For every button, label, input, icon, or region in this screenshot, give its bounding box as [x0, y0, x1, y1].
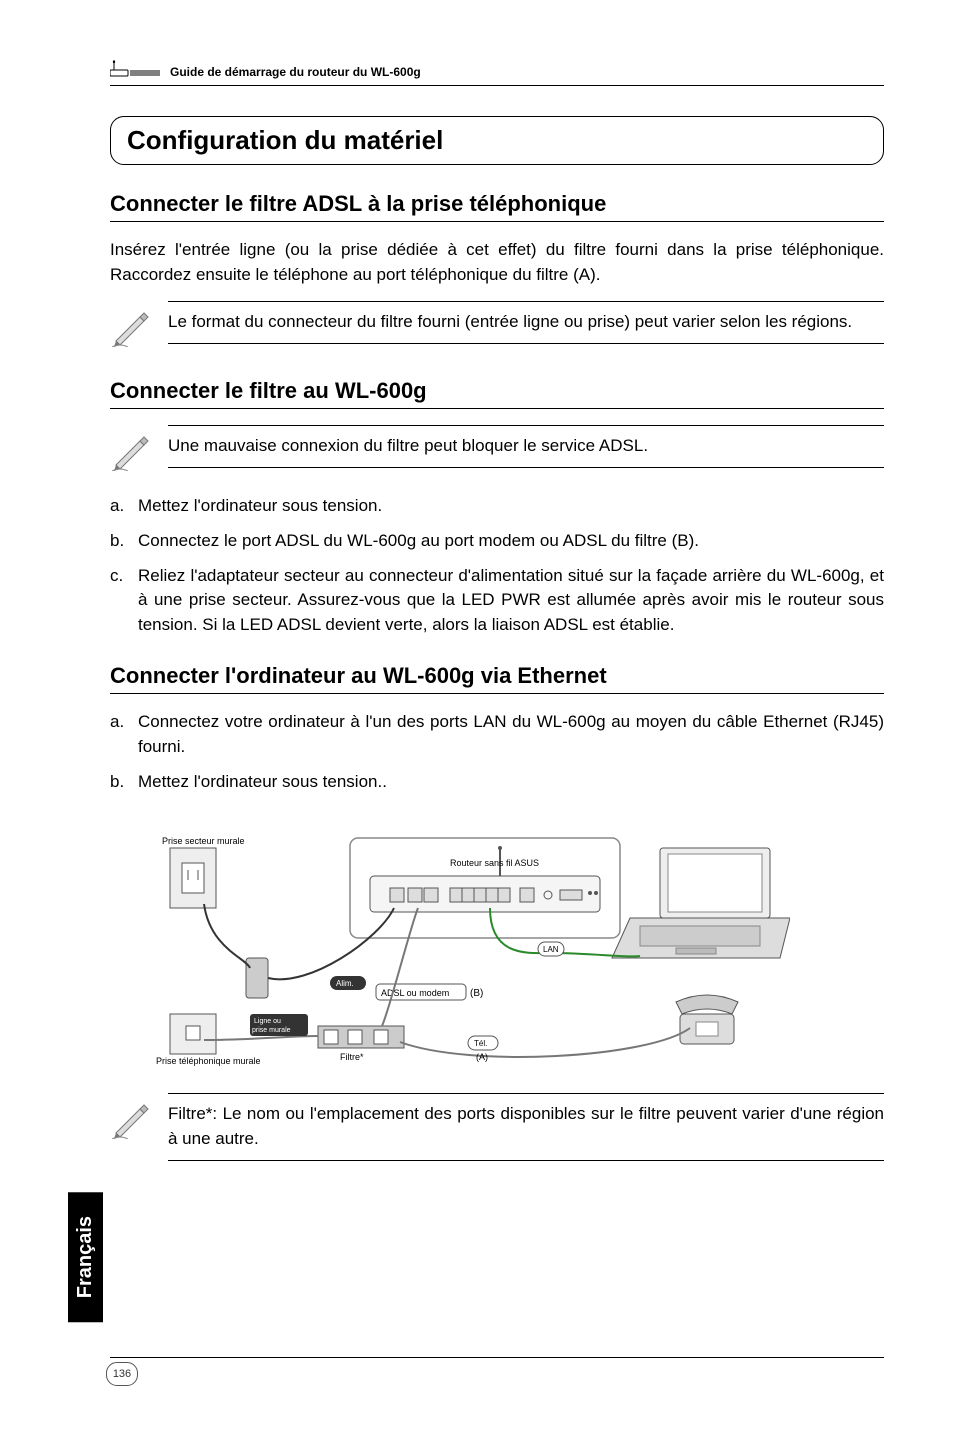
- router-mini-icon: [110, 60, 162, 83]
- list-item: a.Mettez l'ordinateur sous tension.: [110, 494, 884, 519]
- section2-note: Une mauvaise connexion du filtre peut bl…: [110, 425, 884, 476]
- section1-para: Insérez l'entrée ligne (ou la prise dédi…: [110, 238, 884, 287]
- list-text: Reliez l'adaptateur secteur au connecteu…: [138, 564, 884, 638]
- main-heading-box: Configuration du matériel: [110, 116, 884, 165]
- section3-title: Connecter l'ordinateur au WL-600g via Et…: [110, 663, 884, 694]
- section1-note-text: Le format du connecteur du filtre fourni…: [168, 301, 884, 344]
- list-marker: b.: [110, 770, 138, 795]
- diagram-power-label: Alim.: [336, 979, 354, 988]
- pencil-note-icon: [110, 307, 154, 352]
- diagram-line-label-1: Ligne ou: [254, 1018, 281, 1025]
- list-marker: b.: [110, 529, 138, 554]
- diagram-wall-phone-label: Prise téléphonique murale: [156, 1056, 261, 1066]
- list-item: a.Connectez votre ordinateur à l'un des …: [110, 710, 884, 759]
- list-text: Mettez l'ordinateur sous tension..: [138, 770, 884, 795]
- diagram-lan-label: LAN: [543, 945, 559, 954]
- language-side-tab: Français: [68, 1192, 103, 1322]
- section3-list: a.Connectez votre ordinateur à l'un des …: [110, 710, 884, 794]
- section2-title: Connecter le filtre au WL-600g: [110, 378, 884, 409]
- main-heading: Configuration du matériel: [127, 125, 867, 156]
- list-text: Connectez le port ADSL du WL-600g au por…: [138, 529, 884, 554]
- list-item: c.Reliez l'adaptateur secteur au connect…: [110, 564, 884, 638]
- header-guide-title: Guide de démarrage du routeur du WL-600g: [170, 65, 421, 79]
- footnote-text: Filtre*: Le nom ou l'emplacement des por…: [168, 1093, 884, 1160]
- diagram-b-label: (B): [470, 988, 483, 999]
- diagram-tel-label: Tél.: [474, 1039, 487, 1048]
- section2-list: a.Mettez l'ordinateur sous tension. b.Co…: [110, 494, 884, 637]
- list-text: Connectez votre ordinateur à l'un des po…: [138, 710, 884, 759]
- list-marker: c.: [110, 564, 138, 638]
- list-item: b.Mettez l'ordinateur sous tension..: [110, 770, 884, 795]
- diagram-filter-label: Filtre*: [340, 1052, 364, 1062]
- footer-rule: [110, 1357, 884, 1358]
- page-number: 136: [106, 1362, 138, 1386]
- connection-diagram: Prise secteur murale Routeur sans fil AS…: [150, 808, 790, 1073]
- pencil-note-icon: [110, 431, 154, 476]
- section2-note-text: Une mauvaise connexion du filtre peut bl…: [168, 425, 884, 468]
- list-item: b.Connectez le port ADSL du WL-600g au p…: [110, 529, 884, 554]
- diagram-router-label: Routeur sans fil ASUS: [450, 858, 539, 868]
- page-header: Guide de démarrage du routeur du WL-600g: [110, 60, 884, 86]
- section1-note: Le format du connecteur du filtre fourni…: [110, 301, 884, 352]
- list-text: Mettez l'ordinateur sous tension.: [138, 494, 884, 519]
- pencil-note-icon: [110, 1099, 154, 1144]
- diagram-line-label-2: prise murale: [252, 1027, 291, 1034]
- list-marker: a.: [110, 710, 138, 759]
- footnote-row: Filtre*: Le nom ou l'emplacement des por…: [110, 1093, 884, 1160]
- section1-title: Connecter le filtre ADSL à la prise télé…: [110, 191, 884, 222]
- diagram-a-label: (A): [476, 1052, 488, 1062]
- list-marker: a.: [110, 494, 138, 519]
- diagram-wall-power-label: Prise secteur murale: [162, 836, 245, 846]
